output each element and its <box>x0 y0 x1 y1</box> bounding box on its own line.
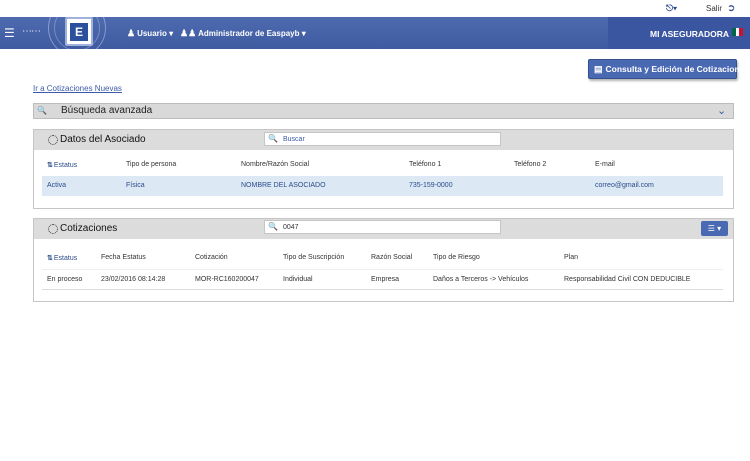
brand-name: MI ASEGURADORA <box>650 29 730 39</box>
usuario-menu[interactable]: ♟ Usuario ▾ <box>127 28 173 39</box>
spinner-icon <box>48 135 58 145</box>
asociado-panel: Datos del Asociado 🔍 ⇅Estatus Tipo de pe… <box>33 129 734 209</box>
cell-estatus: Activa <box>47 182 67 189</box>
apps-grid-icon[interactable]: ⋯⋯ <box>22 26 41 37</box>
logo-letter: E <box>70 22 88 41</box>
header-fecha-estatus: Fecha Estatus <box>101 254 146 261</box>
admin-menu[interactable]: ♟♟ Administrador de Easpayb ▾ <box>180 28 306 39</box>
header-plan: Plan <box>564 254 579 261</box>
header-telefono2: Teléfono 2 <box>514 161 547 168</box>
hamburger-menu-icon[interactable]: ☰ <box>4 26 15 40</box>
print-icon[interactable]: ⎋▾ <box>666 3 677 14</box>
cell-cotizacion: MOR-RC160200047 <box>195 276 259 283</box>
cotizaciones-search-box[interactable]: 🔍 <box>264 220 501 234</box>
admin-label: Administrador de Easpayb <box>198 29 300 38</box>
brand-box: MI ASEGURADORA <box>608 17 750 49</box>
cell-plan: Responsabilidad Civil CON DEDUCIBLE <box>564 276 691 283</box>
busqueda-avanzada-bar[interactable]: 🔍 Búsqueda avanzada ⌄ <box>33 103 734 119</box>
search-icon: 🔍 <box>268 222 278 231</box>
salir-link[interactable]: Salir <box>706 4 722 13</box>
consulta-edicion-button[interactable]: ▤ Consulta y Edición de Cotizaciones <box>588 59 749 79</box>
document-icon: ▤ <box>594 63 603 74</box>
cell-estatus: En proceso <box>47 276 83 283</box>
asociado-title: Datos del Asociado <box>60 134 146 145</box>
search-icon: 🔍 <box>268 134 278 143</box>
cell-fecha: 23/02/2016 08:14:28 <box>101 276 166 283</box>
users-group-icon: ♟♟ <box>180 28 197 38</box>
search-icon: 🔍 <box>37 106 47 115</box>
busqueda-avanzada-label: Búsqueda avanzada <box>61 105 153 116</box>
header-estatus[interactable]: ⇅Estatus <box>47 254 77 262</box>
header-razon-social: Razón Social <box>371 254 413 261</box>
app-logo[interactable]: E <box>65 17 93 46</box>
cotizaciones-search-input[interactable] <box>283 222 483 232</box>
user-icon: ♟ <box>127 28 136 38</box>
header-estatus[interactable]: ⇅Estatus <box>47 161 77 169</box>
cell-razon: Empresa <box>371 276 400 283</box>
cotizaciones-panel: Cotizaciones ☰ ▾ 🔍 ⇅Estatus Fecha Estatu… <box>33 218 734 302</box>
header-tipo-persona: Tipo de persona <box>126 161 177 168</box>
header-cotizacion: Cotización <box>195 254 228 261</box>
cotizaciones-nuevas-link[interactable]: Ir a Cotizaciones Nuevas <box>33 84 122 93</box>
cell-email: correo@gmail.com <box>595 182 654 189</box>
list-options-button[interactable]: ☰ ▾ <box>701 221 728 236</box>
chevron-down-icon[interactable]: ⌄ <box>717 104 726 117</box>
top-strip: ⎋▾ Salir ➲ <box>0 0 750 17</box>
exit-icon[interactable]: ➲ <box>727 3 735 14</box>
header-tipo-suscripcion: Tipo de Suscripción <box>283 254 345 261</box>
list-icon: ☰ ▾ <box>707 224 722 233</box>
header-telefono1: Teléfono 1 <box>409 161 442 168</box>
asociado-search-box[interactable]: 🔍 <box>264 132 501 146</box>
cotizaciones-title: Cotizaciones <box>60 223 118 234</box>
header-tipo-riesgo: Tipo de Riesgo <box>433 254 480 261</box>
cell-riesgo: Daños a Terceros -> Vehículos <box>433 276 529 283</box>
header-nombre: Nombre/Razón Social <box>241 161 310 168</box>
sort-icon: ⇅ <box>47 162 53 169</box>
cell-suscripcion: Individual <box>283 276 313 283</box>
usuario-label: Usuario <box>137 29 167 38</box>
spinner-icon <box>48 224 58 234</box>
sort-icon: ⇅ <box>47 255 53 262</box>
cell-tipo: Física <box>126 182 145 189</box>
cell-telefono1: 735-159-0000 <box>409 182 453 189</box>
consulta-edicion-label: Consulta y Edición de Cotizaciones <box>605 64 750 74</box>
mexico-flag-icon <box>732 28 744 36</box>
asociado-search-input[interactable] <box>283 134 483 144</box>
cell-nombre: NOMBRE DEL ASOCIADO <box>241 182 326 189</box>
header-email: E-mail <box>595 161 615 168</box>
